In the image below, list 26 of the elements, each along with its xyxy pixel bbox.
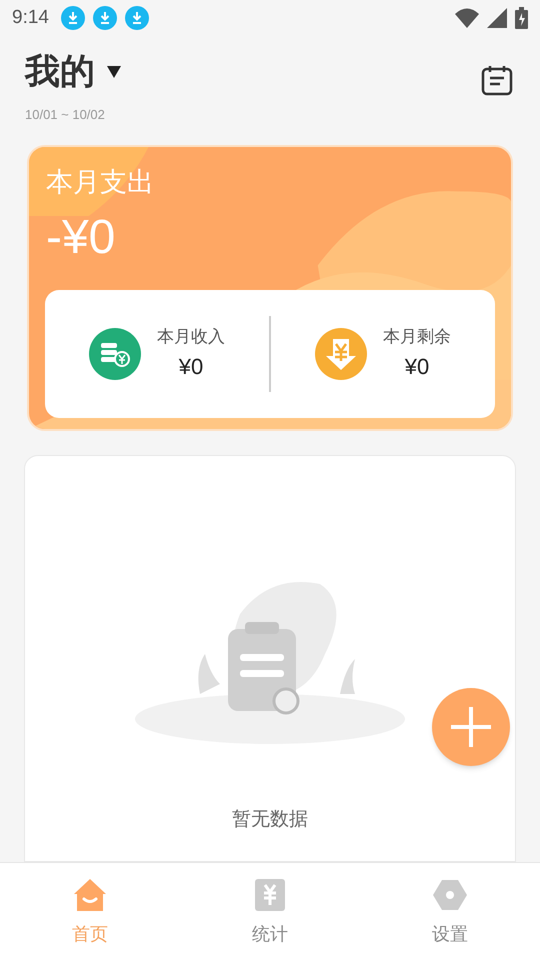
signal-icon: [487, 8, 507, 28]
nav-tab[interactable]: 设置: [360, 863, 540, 960]
receipt-icon: [252, 877, 288, 913]
nav-tab[interactable]: 首页: [0, 863, 180, 960]
download-notification-icon: [92, 6, 117, 30]
download-notification-icon: [124, 6, 149, 30]
nav-tab[interactable]: 统计: [180, 863, 360, 960]
dropdown-caret-icon[interactable]: [107, 66, 121, 78]
date-range: 10/01 ~ 10/02: [25, 106, 106, 124]
page-title[interactable]: 我的: [25, 54, 95, 89]
summary-label: 本月收入: [157, 326, 225, 348]
status-time: 9:14: [12, 6, 49, 30]
home-icon: [72, 877, 108, 913]
summary-label: 本月剩余: [383, 326, 451, 348]
settings-icon: [432, 877, 468, 913]
battery-icon: [515, 7, 528, 29]
plus-icon: [449, 705, 493, 749]
calendar-icon[interactable]: [481, 64, 513, 96]
wifi-icon: [455, 8, 479, 28]
summary-amount: ¥0: [178, 352, 204, 381]
empty-message: 暂无数据: [232, 808, 308, 832]
expense-label: 本月支出: [46, 168, 155, 196]
summary-amount: ¥0: [404, 352, 430, 381]
expense-amount: -¥0: [46, 214, 116, 262]
download-notification-icon: [60, 6, 85, 30]
coins-icon: [89, 328, 141, 380]
